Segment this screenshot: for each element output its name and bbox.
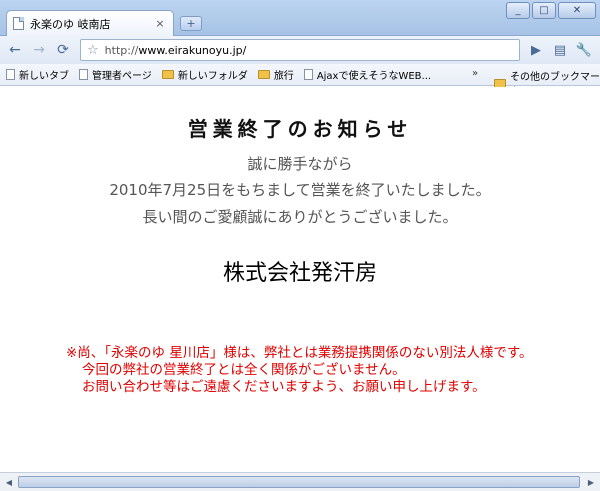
tab-title: 永楽のゆ 岐南店	[30, 17, 111, 31]
notice-line: お問い合わせ等はご遠慮くださいますよう、お願い申し上げます。	[82, 379, 486, 395]
bookmark-folder[interactable]: 新しいフォルダ	[161, 67, 248, 82]
maximize-button[interactable]: □	[532, 2, 556, 19]
reload-button[interactable]: ⟳	[52, 39, 74, 61]
bookmark-item[interactable]: 管理者ページ	[79, 67, 152, 82]
window-controls: _ □ ✕	[506, 2, 596, 19]
back-button[interactable]: ←	[4, 39, 26, 61]
scrollbar-thumb[interactable]	[18, 476, 580, 488]
url-host: www.eirakunoyu.jp/	[138, 43, 247, 57]
page-icon	[6, 69, 15, 80]
star-icon[interactable]: ☆	[87, 43, 99, 58]
message-line: 誠に勝手ながら	[247, 155, 353, 173]
forward-button[interactable]: →	[28, 39, 50, 61]
tab-close-button[interactable]: ×	[153, 17, 167, 30]
page-icon	[303, 69, 313, 80]
tab-active[interactable]: 永楽のゆ 岐南店 ×	[6, 10, 174, 36]
wrench-icon[interactable]: 🔧	[572, 39, 596, 61]
url-text: http://www.eirakunoyu.jp/	[105, 44, 247, 57]
close-window-button[interactable]: ✕	[558, 2, 596, 19]
message-line: 長い間のご愛顧誠にありがとうございました。	[142, 208, 458, 226]
url-prefix: http://	[104, 43, 139, 57]
notice-line: 今回の弊社の営業終了とは全く関係がございません。	[82, 362, 406, 378]
message-line: 2010年7月25日をもちまして営業を終了いたしました。	[109, 181, 491, 199]
bookmark-folder[interactable]: 旅行	[257, 67, 294, 82]
bookmarks-bar: 新しいタブ 管理者ページ 新しいフォルダ 旅行 Ajaxで使えそうなWEB...…	[0, 64, 600, 98]
bookmark-label: 管理者ページ	[92, 71, 152, 82]
company-name: 株式会社発汗房	[222, 261, 377, 286]
minimize-button[interactable]: _	[506, 2, 530, 19]
bookmark-label: Ajaxで使えそうなWEB...	[316, 71, 432, 82]
page-icon	[13, 17, 24, 30]
go-button[interactable]: ▶	[524, 39, 548, 61]
page-title: 営業終了のお知らせ	[187, 117, 413, 141]
page-content: 営業終了のお知らせ 誠に勝手ながら 2010年7月25日をもちまして営業を終了い…	[0, 87, 600, 472]
new-tab-button[interactable]: +	[180, 16, 202, 31]
bookmark-item[interactable]: 新しいタブ	[6, 67, 69, 82]
bookmark-label: 新しいフォルダ	[177, 71, 248, 82]
bookmarks-overflow-button[interactable]: »	[472, 68, 478, 79]
title-bar: 永楽のゆ 岐南店 × + _ □ ✕	[0, 0, 600, 36]
notice-text: ※尚、「永楽のゆ 星川店」様は、弊社とは業務提携関係のない別法人様です。 今回の…	[66, 345, 533, 396]
navigation-toolbar: ← → ⟳ ☆ http://www.eirakunoyu.jp/ ▶ ▤ 🔧	[0, 36, 600, 64]
address-bar[interactable]: ☆ http://www.eirakunoyu.jp/	[80, 39, 520, 61]
horizontal-scrollbar[interactable]: ◀ ▶	[0, 472, 600, 491]
scroll-right-button[interactable]: ▶	[584, 476, 598, 489]
bookmark-item[interactable]: Ajaxで使えそうなWEB...	[303, 67, 432, 82]
page-icon	[79, 69, 88, 80]
notice-line: ※尚、「永楽のゆ 星川店」様は、弊社とは業務提携関係のない別法人様です。	[66, 345, 533, 361]
folder-icon	[257, 70, 270, 79]
folder-icon	[161, 70, 174, 79]
page-menu-button[interactable]: ▤	[548, 39, 572, 61]
bookmark-label: 旅行	[273, 71, 294, 82]
scroll-left-button[interactable]: ◀	[2, 476, 16, 489]
bookmark-label: 新しいタブ	[19, 71, 69, 82]
